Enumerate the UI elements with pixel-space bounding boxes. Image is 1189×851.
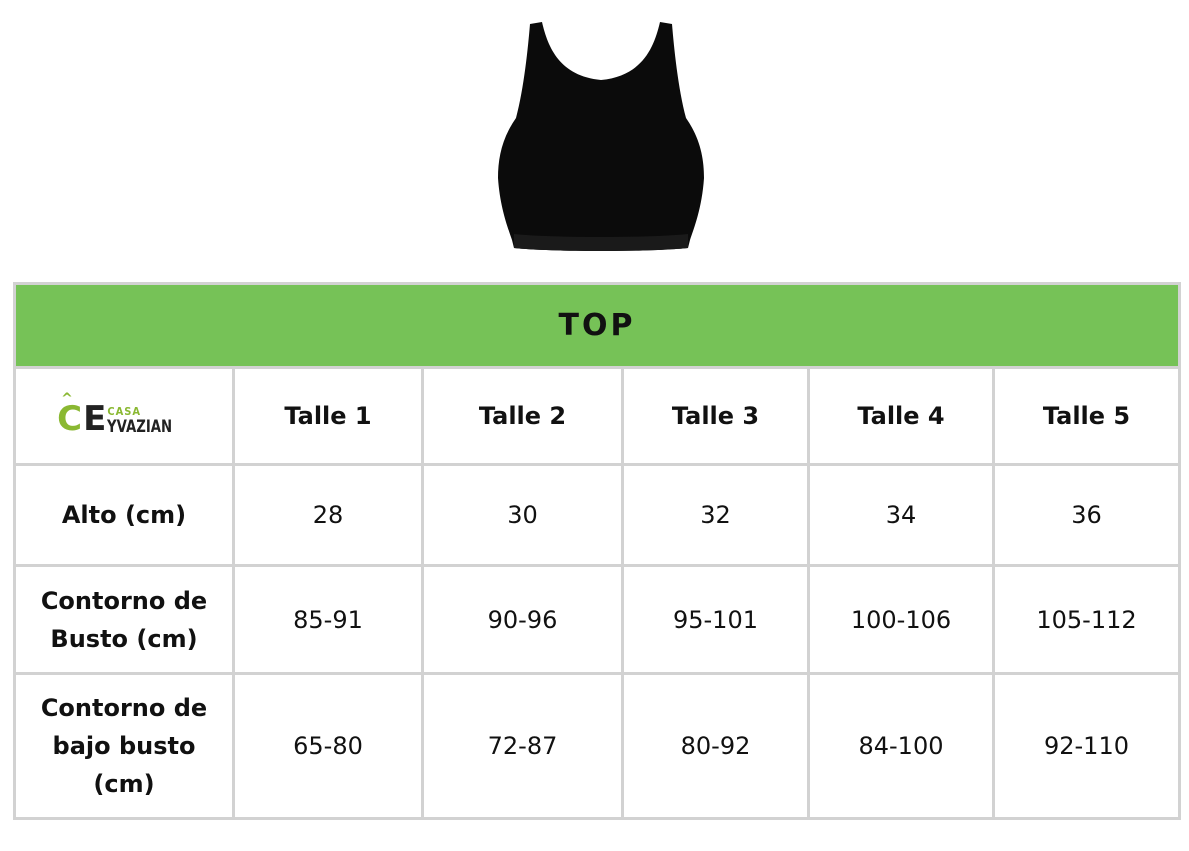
table-title: TOP (13, 282, 1181, 369)
size-header: Talle 1 (232, 366, 424, 466)
row-label: Contorno de bajo busto (cm) (13, 672, 235, 820)
table-row: Contorno de bajo busto (cm) 65-80 72-87 … (13, 672, 1181, 820)
size-header: Talle 5 (992, 366, 1181, 466)
table-cell: 85-91 (232, 564, 424, 675)
table-cell: 72-87 (421, 672, 624, 820)
table-cell: 90-96 (421, 564, 624, 675)
table-row: Contorno de Busto (cm) 85-91 90-96 95-10… (13, 564, 1181, 675)
table-cell: 36 (992, 463, 1181, 567)
title-row: TOP (13, 282, 1181, 369)
table-cell: 32 (621, 463, 810, 567)
table-cell: 92-110 (992, 672, 1181, 820)
table-cell: 100-106 (807, 564, 995, 675)
table-cell: 105-112 (992, 564, 1181, 675)
size-header: Talle 4 (807, 366, 995, 466)
table-cell: 84-100 (807, 672, 995, 820)
table-cell: 80-92 (621, 672, 810, 820)
table-cell: 34 (807, 463, 995, 567)
row-label: Alto (cm) (13, 463, 235, 567)
table-cell: 65-80 (232, 672, 424, 820)
brand-logo-cell: ^ C E CASA YVAZIAN (13, 366, 235, 466)
header-row: ^ C E CASA YVAZIAN Talle 1 Talle 2 Talle… (13, 366, 1181, 466)
row-label: Contorno de Busto (cm) (13, 564, 235, 675)
size-header: Talle 2 (421, 366, 624, 466)
table-cell: 28 (232, 463, 424, 567)
crop-top-product-image (498, 22, 704, 251)
size-chart-table: TOP ^ C E CASA YVAZIAN Talle 1 Talle 2 T… (13, 282, 1181, 820)
table-cell: 30 (421, 463, 624, 567)
size-header: Talle 3 (621, 366, 810, 466)
casa-eyvazian-logo: ^ C E CASA YVAZIAN (57, 390, 173, 439)
table-cell: 95-101 (621, 564, 810, 675)
table-row: Alto (cm) 28 30 32 34 36 (13, 463, 1181, 567)
